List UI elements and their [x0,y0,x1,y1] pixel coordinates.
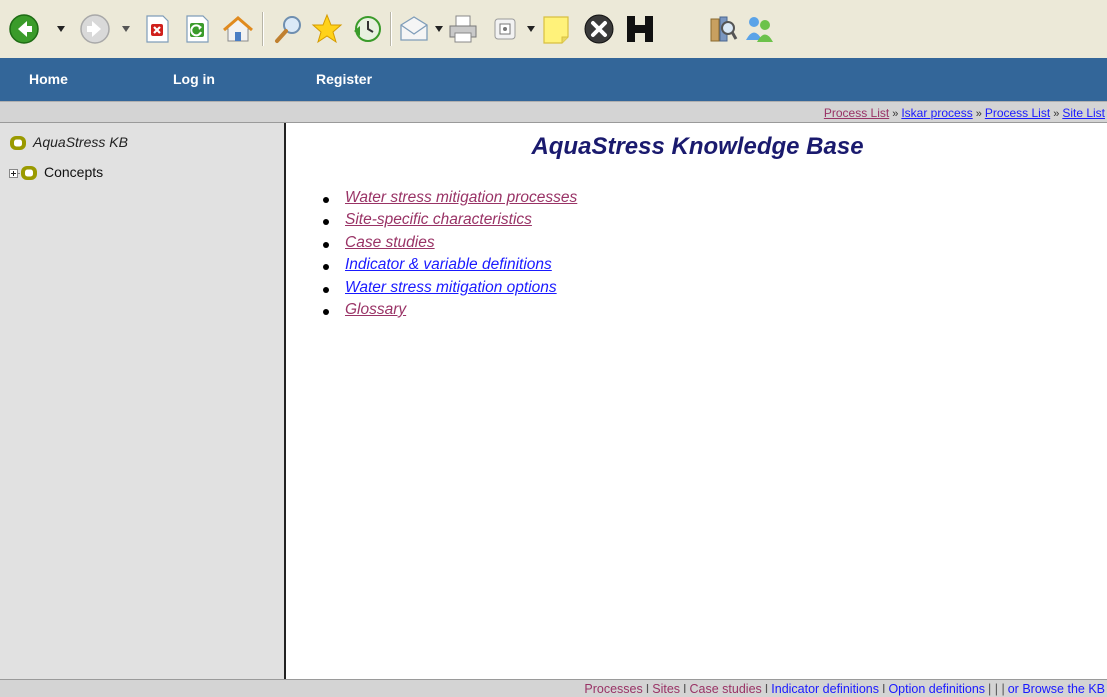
list-item: Indicator & variable definitions [321,256,577,278]
breadcrumb-item[interactable]: Process List [824,106,889,120]
breadcrumb-bar: Process List» Iskar process» Process List»… [0,101,1107,123]
footer-bar: Processes I Sites I Case studies I Indicator d… [0,679,1107,697]
messenger-icon[interactable] [743,13,775,45]
breadcrumb-separator: » [1053,108,1060,120]
bullet [323,286,329,293]
bullet [323,219,329,226]
kb-link-case-studies[interactable]: Case studies [345,234,435,251]
list-item: Water stress mitigation options [321,279,577,301]
kb-link-mitigation-options[interactable]: Water stress mitigation options [345,279,557,296]
bullet [323,241,329,248]
bullet [323,197,329,203]
breadcrumb: Process List» Iskar process» Process List»… [824,106,1105,120]
refresh-icon[interactable] [181,13,213,45]
expand-plus-icon[interactable] [9,169,18,178]
concept-tree-panel: AquaStress KB Concepts [0,123,286,679]
kb-link-indicator-definitions[interactable]: Indicator & variable definitions [345,256,552,273]
main-content: AquaStress Knowledge Base Water stress m… [288,123,1107,679]
list-item: Glossary [321,301,577,323]
media-dropdown-icon[interactable] [527,26,535,32]
h-icon[interactable] [624,13,656,45]
kb-link-processes[interactable]: Water stress mitigation processes [345,189,577,206]
mail-icon[interactable] [398,13,430,45]
toolbar-separator [262,12,264,46]
footer-links: Processes I Sites I Case studies I Indicator d… [584,682,1105,696]
history-icon[interactable] [351,13,383,45]
site-navigation: Home Log in Register [0,58,1107,101]
concept-node-icon [20,165,38,181]
mail-dropdown-icon[interactable] [435,26,443,32]
back-dropdown-icon[interactable] [57,26,65,32]
footer-link-sites[interactable]: Sites [652,682,680,696]
search-icon[interactable] [273,13,305,45]
footer-separator: I [764,682,769,696]
footer-link-case-studies[interactable]: Case studies [690,682,762,696]
footer-separator: I [645,682,650,696]
nav-register-link[interactable]: Register [316,71,372,87]
list-item: Water stress mitigation processes [321,189,577,211]
close-icon[interactable] [583,13,615,45]
footer-link-indicator-definitions[interactable]: Indicator definitions [771,682,879,696]
browser-toolbar [0,0,1107,58]
footer-triple-separator: | | | [988,682,1005,696]
breadcrumb-item[interactable]: Process List [985,106,1050,120]
kb-section-list: Water stress mitigation processes Site-s… [321,189,577,323]
back-icon[interactable] [8,13,40,45]
home-icon[interactable] [222,13,254,45]
concept-node-icon [9,135,27,151]
list-item: Case studies [321,234,577,256]
list-item: Site-specific characteristics [321,211,577,233]
breadcrumb-separator: » [975,108,982,120]
footer-link-processes[interactable]: Processes [584,682,642,696]
forward-dropdown-icon[interactable] [122,26,130,32]
footer-separator: I [683,682,687,696]
breadcrumb-item[interactable]: Iskar process [901,106,972,120]
stop-icon[interactable] [141,13,173,45]
breadcrumb-separator: » [892,108,899,120]
bullet [323,264,329,271]
footer-link-option-definitions[interactable]: Option definitions [888,682,985,696]
favorites-icon[interactable] [311,13,343,45]
bullet [323,308,329,315]
notes-icon[interactable] [540,13,572,45]
kb-link-site-characteristics[interactable]: Site-specific characteristics [345,211,532,228]
toolbar-separator [390,12,392,46]
kb-link-glossary[interactable]: Glossary [345,301,406,318]
nav-home-link[interactable]: Home [29,71,68,87]
tree-node-label: Concepts [44,164,104,180]
footer-link-browse-kb[interactable]: or Browse the KB [1008,682,1105,696]
tree-root-label: AquaStress KB [33,134,128,150]
nav-login-link[interactable]: Log in [173,71,215,87]
research-icon[interactable] [706,13,738,45]
forward-icon[interactable] [79,13,111,45]
page-title: AquaStress Knowledge Base [531,133,864,160]
breadcrumb-item[interactable]: Site List [1062,106,1105,120]
media-icon[interactable] [489,13,521,45]
print-icon[interactable] [447,13,479,45]
